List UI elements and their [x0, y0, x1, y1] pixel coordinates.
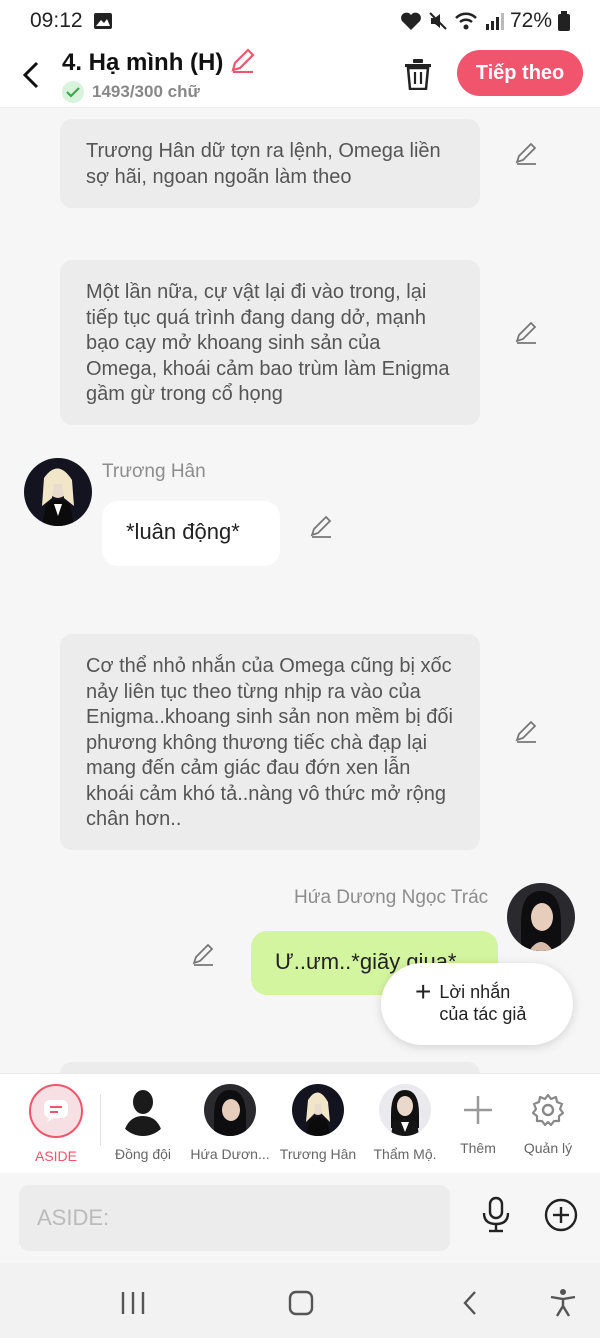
delete-button[interactable]	[398, 54, 438, 94]
character-bar: ASIDE Đồng đội Hứa Dươn... Trương Hân Th…	[0, 1073, 600, 1173]
gallery-icon	[93, 12, 113, 30]
composer	[0, 1173, 600, 1263]
status-time: 09:12	[30, 9, 83, 32]
author-note-label: của tác giả	[439, 1004, 527, 1024]
narration-message[interactable]: Trương Hân dữ tợn ra lệnh, Omega liền sợ…	[60, 119, 480, 208]
edit-message-icon[interactable]	[514, 319, 540, 345]
narration-message[interactable]: Cơ thể nhỏ nhắn của Omega cũng bị xốc nả…	[60, 634, 480, 850]
plus-icon: +	[415, 976, 432, 1007]
character-label: Đồng đội	[114, 1146, 172, 1162]
chat-bubble[interactable]: *luân động*	[102, 501, 280, 566]
battery-icon	[558, 11, 570, 31]
heart-icon	[400, 11, 422, 31]
page-title: 4. Hạ mình (H)	[62, 48, 224, 76]
next-button[interactable]: Tiếp theo	[457, 50, 583, 96]
back-button[interactable]	[0, 44, 62, 106]
trash-icon	[405, 59, 431, 90]
message-input[interactable]	[19, 1185, 450, 1251]
message-icon	[44, 1100, 68, 1122]
character-label: Hứa Dươn...	[190, 1146, 270, 1162]
edit-title-icon[interactable]	[229, 46, 257, 79]
chat-area[interactable]: Trương Hân dữ tợn ra lệnh, Omega liền sợ…	[0, 108, 600, 1073]
character-teammate[interactable]: Đồng đội	[98, 1084, 188, 1162]
edit-message-icon[interactable]	[514, 718, 540, 744]
system-navbar	[0, 1263, 600, 1338]
avatar	[292, 1084, 344, 1136]
avatar[interactable]	[24, 458, 92, 526]
aside-label: ASIDE	[34, 1148, 77, 1164]
wifi-icon	[454, 11, 478, 31]
word-count: 1493/300 chữ	[92, 82, 200, 101]
system-back-button[interactable]	[452, 1285, 488, 1321]
avatar[interactable]	[507, 883, 575, 951]
edit-message-icon[interactable]	[191, 941, 217, 967]
avatar	[379, 1084, 431, 1136]
avatar	[117, 1084, 169, 1136]
recent-apps-button[interactable]	[115, 1285, 151, 1321]
signal-icon	[484, 12, 504, 30]
chevron-left-icon	[22, 61, 39, 88]
home-icon	[288, 1290, 314, 1316]
mute-icon	[428, 11, 448, 31]
author-note-label: Lời nhắn	[439, 982, 511, 1002]
manage-label: Quản lý	[523, 1140, 573, 1156]
status-bar: 09:12 72%	[0, 0, 600, 42]
aside-button[interactable]: ASIDE	[11, 1084, 101, 1164]
accessibility-button[interactable]	[545, 1285, 581, 1321]
accessibility-icon	[550, 1289, 576, 1317]
narration-message[interactable]	[60, 1062, 480, 1073]
manage-button[interactable]: Quản lý	[503, 1084, 593, 1156]
chapter-title-block: 4. Hạ mình (H) 1493/300 chữ	[62, 46, 257, 103]
narration-message[interactable]: Một lần nữa, cự vật lại đi vào trong, lạ…	[60, 260, 480, 425]
speaker-name: Trương Hân	[102, 461, 206, 482]
voice-button[interactable]	[476, 1195, 516, 1235]
home-button[interactable]	[283, 1285, 319, 1321]
gear-icon	[531, 1093, 565, 1127]
header: 4. Hạ mình (H) 1493/300 chữ Tiếp theo	[0, 42, 600, 108]
check-icon	[62, 81, 84, 103]
character-label: Trương Hân	[279, 1146, 357, 1162]
back-icon	[463, 1291, 476, 1315]
character-truong[interactable]: Trương Hân	[273, 1084, 363, 1162]
avatar	[204, 1084, 256, 1136]
character-hua[interactable]: Hứa Dươn...	[185, 1084, 275, 1162]
attach-button[interactable]	[543, 1197, 579, 1233]
plus-icon	[464, 1096, 492, 1124]
author-note-button[interactable]: + Lời nhắn của tác giả	[381, 963, 573, 1045]
add-circle-icon	[544, 1198, 578, 1232]
speaker-name: Hứa Dương Ngọc Trác	[294, 887, 489, 908]
edit-message-icon[interactable]	[309, 513, 335, 539]
battery-percent: 72%	[509, 9, 552, 32]
recent-apps-icon	[121, 1292, 145, 1314]
edit-message-icon[interactable]	[514, 140, 540, 166]
microphone-icon	[482, 1196, 510, 1233]
